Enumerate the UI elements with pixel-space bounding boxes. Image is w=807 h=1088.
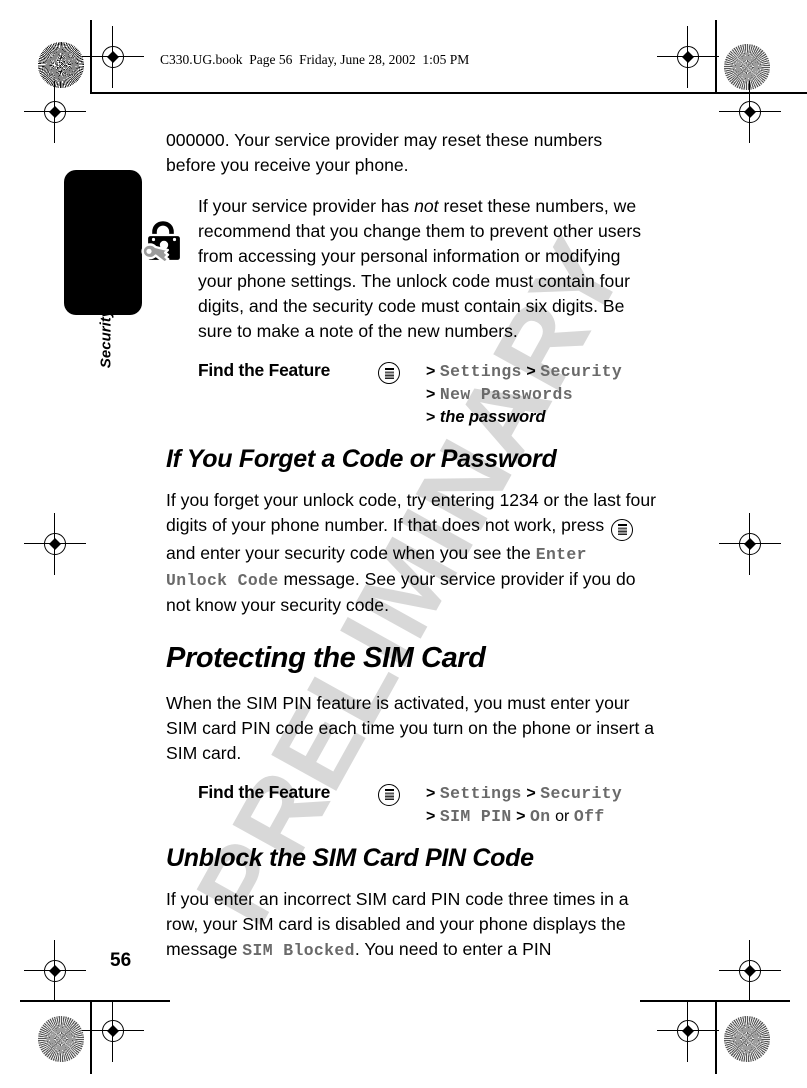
- book-header-line: C330.UG.book Page 56 Friday, June 28, 20…: [160, 52, 470, 67]
- paragraph-sim: When the SIM PIN feature is activated, y…: [166, 692, 655, 763]
- heading-if-you-forget: If You Forget a Code or Password: [166, 445, 557, 473]
- para2-emphasis: not: [414, 196, 439, 216]
- crop-line-top-right-v: [715, 20, 717, 94]
- ftf2-item-4: On: [530, 806, 551, 826]
- unblock-mono-message: SIM Blocked: [242, 940, 355, 960]
- ftf2-gt-1: >: [426, 784, 436, 802]
- ftf2-item-5: Off: [573, 806, 605, 826]
- ftf2-item-3: SIM PIN: [439, 806, 512, 826]
- menu-key-icon[interactable]: [378, 783, 400, 806]
- paragraph-unblock: If you enter an incorrect SIM card PIN c…: [166, 887, 656, 963]
- target-mark-top-left-outer: [82, 26, 144, 88]
- para2-part-b: reset these numbers, we recommend that y…: [198, 196, 642, 341]
- forget-text-a: If you forget your unlock code, try ente…: [166, 490, 656, 535]
- ftf2-line-1: > Settings > Security: [426, 782, 656, 805]
- ftf2-line-2: > SIM PIN > On or Off: [426, 805, 656, 828]
- menu-key-icon[interactable]: [378, 362, 400, 384]
- target-mark-top-left-inner: [24, 81, 86, 143]
- page-content: 000000. Your service provider may reset …: [166, 128, 656, 979]
- find-the-feature-path-2: > Settings > Security > SIM PIN > On or …: [426, 782, 656, 828]
- crop-line-bottom-right-v: [715, 1000, 717, 1074]
- ftf1-item-2: Security: [540, 362, 623, 381]
- document-page: C330.UG.book Page 56 Friday, June 28, 20…: [0, 0, 807, 1088]
- paragraph-forget: If you forget your unlock code, try ente…: [166, 488, 656, 618]
- para2-part-a: If your service provider has: [198, 196, 415, 216]
- target-mark-bottom-left-inner: [24, 940, 86, 1002]
- ftf1-line-2: > New Passwords: [426, 383, 656, 406]
- ftf1-item-4: the password: [439, 408, 546, 426]
- ftf2-item-2: Security: [540, 783, 623, 803]
- target-mark-mid-right: [719, 513, 781, 575]
- ftf1-gt-3: >: [426, 386, 436, 403]
- menu-key-icon-2-wrap[interactable]: [378, 782, 426, 806]
- find-the-feature-label-1: Find the Feature: [198, 360, 331, 380]
- ftf2-gt-3: >: [426, 807, 436, 825]
- heading-protecting-sim: Protecting the SIM Card: [166, 641, 486, 674]
- starburst-mark-top-left: [38, 42, 84, 88]
- heading-unblock-sim: Unblock the SIM Card PIN Code: [166, 843, 534, 872]
- ftf1-line-1: > Settings > Security: [426, 360, 656, 383]
- ftf2-item-1: Settings: [439, 783, 522, 803]
- starburst-mark-top-right: [724, 44, 770, 90]
- unblock-text-b: . You need to enter a PIN: [354, 938, 552, 959]
- menu-key-icon-1-wrap[interactable]: [378, 360, 426, 384]
- chapter-tab-label: Security: [97, 308, 115, 369]
- find-the-feature-path-1: > Settings > Security > New Passwords > …: [426, 360, 656, 429]
- starburst-mark-bottom-right: [724, 1016, 770, 1062]
- target-mark-bottom-right-outer: [657, 1000, 719, 1062]
- ftf1-item-3: New Passwords: [439, 385, 573, 404]
- target-mark-bottom-left-outer: [82, 1000, 144, 1062]
- crop-line-bottom-left-h: [20, 1000, 170, 1002]
- crop-line-top-left-v: [90, 20, 92, 94]
- starburst-mark-bottom-left: [38, 1016, 84, 1062]
- menu-key-icon[interactable]: [611, 518, 634, 541]
- target-mark-top-right-inner: [719, 81, 781, 143]
- crop-line-bottom-right-h: [640, 1000, 790, 1002]
- ftf1-gt-2: >: [526, 363, 536, 380]
- ftf1-gt-4: >: [426, 409, 436, 426]
- find-the-feature-label-2: Find the Feature: [198, 781, 331, 802]
- page-number: 56: [110, 950, 132, 971]
- find-the-feature-row-2: Find the Feature > Settings > Security >…: [166, 782, 656, 828]
- header-rule: [90, 92, 807, 94]
- ftf2-gt-2: >: [526, 784, 536, 802]
- ftf2-gt-4: >: [516, 807, 526, 825]
- paragraph-recommend: If your service provider has not reset t…: [166, 194, 656, 344]
- target-mark-bottom-right-inner: [719, 940, 781, 1002]
- ftf1-gt-1: >: [426, 363, 436, 380]
- find-the-feature-row-1: Find the Feature > Settings > Security >…: [166, 360, 656, 429]
- crop-line-bottom-left-v: [90, 1000, 92, 1074]
- paragraph-intro: 000000. Your service provider may reset …: [166, 130, 603, 175]
- target-mark-mid-left: [24, 513, 86, 575]
- forget-text-b: and enter your security code when you se…: [166, 542, 536, 563]
- target-mark-top-right-outer: [657, 26, 719, 88]
- ftf1-line-3: > the password: [426, 406, 656, 429]
- ftf2-conjunction: or: [555, 807, 570, 825]
- ftf1-item-1: Settings: [439, 362, 522, 381]
